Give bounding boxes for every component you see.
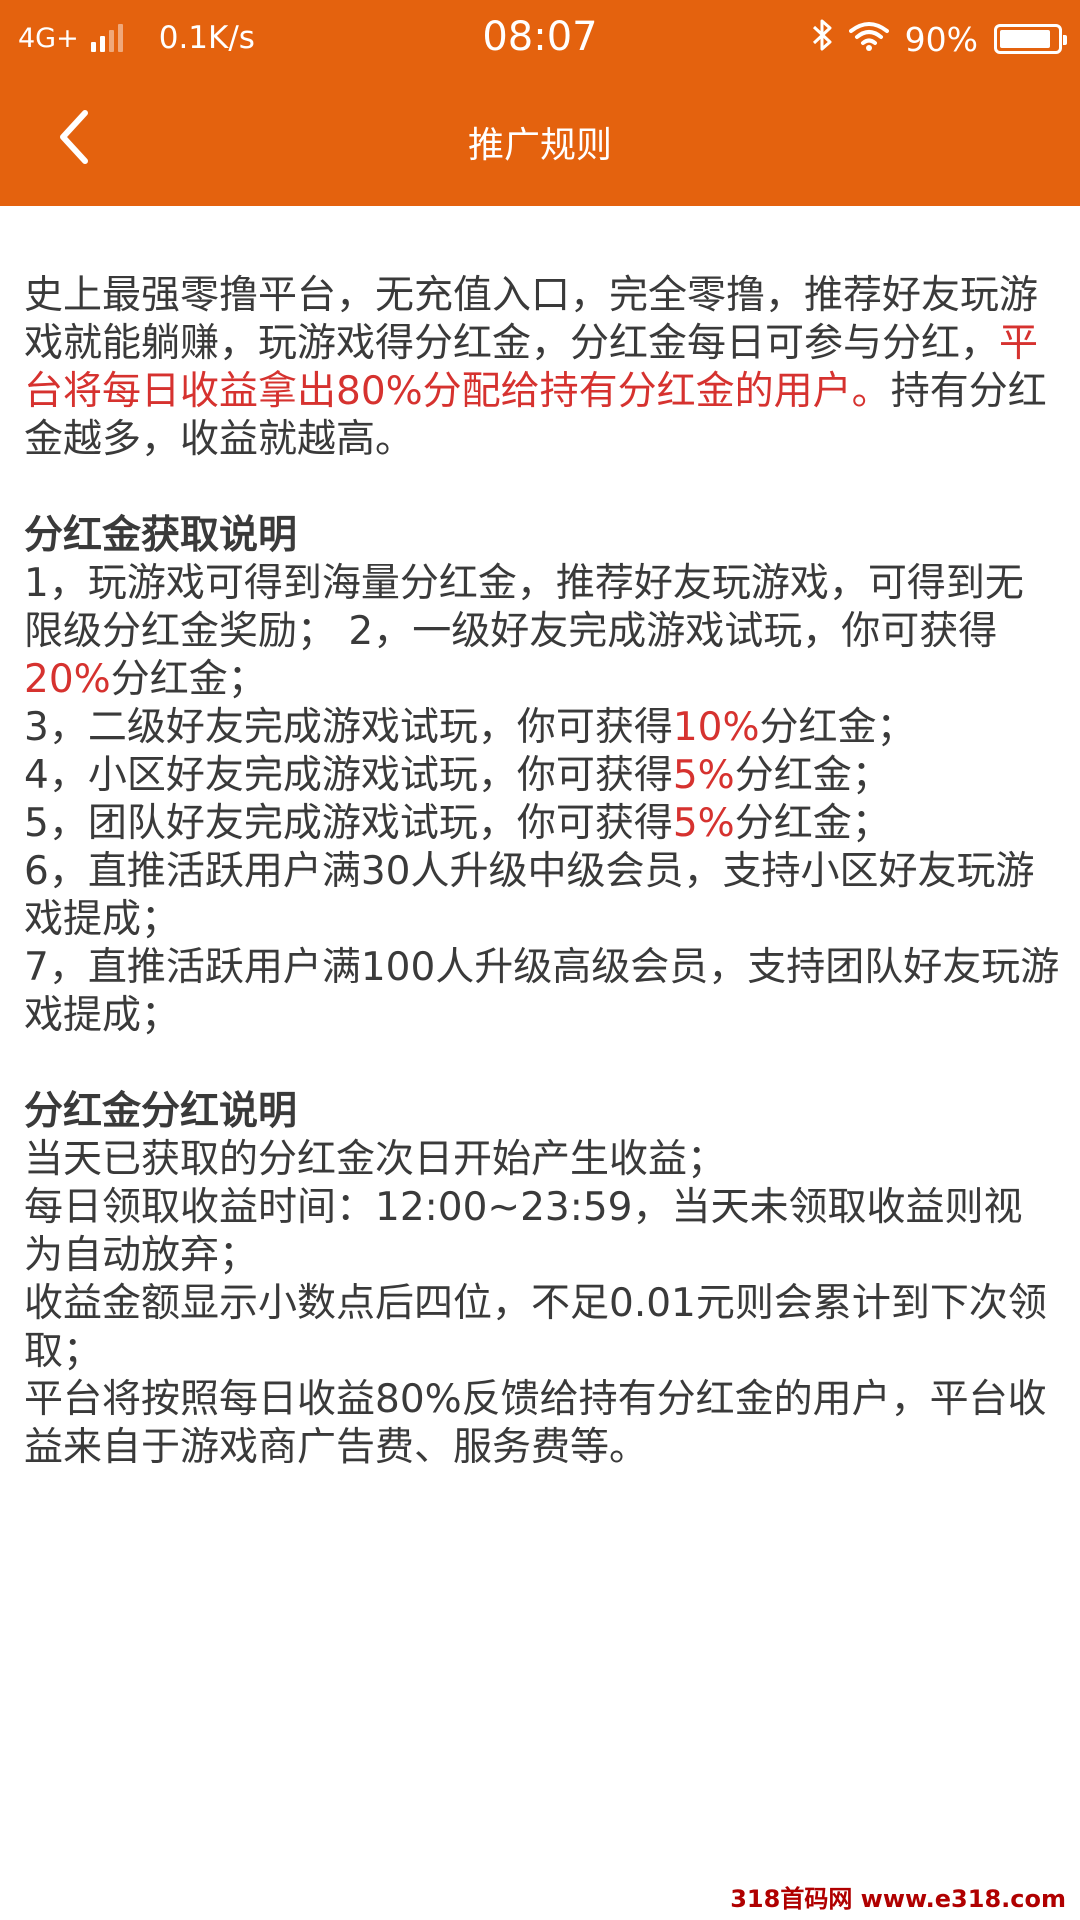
acquire-line-1: 1，玩游戏可得到海量分红金，推荐好友玩游戏，可得到无限级分红金奖励； 2，一级好…: [24, 560, 1060, 704]
rules-content: 史上最强零撸平台，无充值入口，完全零撸，推荐好友玩游戏就能躺赚，玩游戏得分红金，…: [24, 272, 1060, 1472]
dividend-line-3: 收益金额显示小数点后四位，不足0.01元则会累计到下次领取；: [24, 1281, 1047, 1374]
battery-percent: 90%: [904, 19, 978, 59]
battery-level: [1000, 30, 1050, 48]
acquire-line-6: 6，直推活跃用户满30人升级中级会员，支持小区好友玩游戏提成；: [24, 849, 1035, 942]
acquire-line-4-text: 4，小区好友完成游戏试玩，你可获得: [24, 753, 673, 798]
wifi-icon: [848, 20, 889, 59]
acquire-line-4: 4，小区好友完成游戏试玩，你可获得5%分红金；: [24, 752, 1060, 800]
dividend-line-4: 平台将按照每日收益80%反馈给持有分红金的用户，平台收益来自于游戏商广告费、服务…: [24, 1377, 1047, 1470]
dividend-line-1: 当天已获取的分红金次日开始产生收益；: [24, 1137, 727, 1182]
section-title-acquire: 分红金获取说明: [24, 513, 298, 558]
status-right: 90%: [811, 18, 1067, 60]
acquire-line-3-highlight: 10%: [672, 705, 760, 750]
acquire-line-5-end: 分红金；: [734, 801, 891, 846]
acquire-line-3-end: 分红金；: [759, 705, 916, 750]
app-header: 4G+ 0.1K/s 08:07 90% 推广规则: [0, 0, 1080, 206]
acquire-line-1-end: 分红金；: [110, 657, 267, 702]
nav-bar: 推广规则: [0, 76, 1080, 206]
bluetooth-icon: [811, 18, 833, 60]
acquire-line-3-text: 3，二级好友完成游戏试玩，你可获得: [24, 705, 673, 750]
page-title: 推广规则: [467, 125, 612, 166]
acquire-line-1-highlight: 20%: [24, 657, 111, 702]
status-bar: 4G+ 0.1K/s 08:07 90%: [0, 0, 1080, 76]
acquire-line-4-end: 分红金；: [734, 753, 891, 798]
intro-text: 史上最强零撸平台，无充值入口，完全零撸，推荐好友玩游戏就能躺赚，玩游戏得分红金，…: [24, 273, 1039, 366]
acquire-line-5-text: 5，团队好友完成游戏试玩，你可获得: [24, 801, 673, 846]
watermark: 318首码网 www.e318.com: [730, 1885, 1066, 1913]
acquire-line-3: 3，二级好友完成游戏试玩，你可获得10%分红金；: [24, 704, 1060, 752]
acquire-line-5-highlight: 5%: [672, 801, 735, 846]
acquire-line-5: 5，团队好友完成游戏试玩，你可获得5%分红金；: [24, 800, 1060, 848]
battery-icon: [994, 24, 1067, 54]
acquire-line-4-highlight: 5%: [672, 753, 735, 798]
acquire-line-7: 7，直推活跃用户满100人升级高级会员，支持团队好友玩游戏提成；: [24, 945, 1060, 1038]
dividend-line-2: 每日领取收益时间：12:00~23:59，当天未领取收益则视为自动放弃；: [24, 1185, 1023, 1278]
intro-paragraph: 史上最强零撸平台，无充值入口，完全零撸，推荐好友玩游戏就能躺赚，玩游戏得分红金，…: [24, 272, 1060, 464]
section-title-dividend: 分红金分红说明: [24, 1089, 298, 1134]
acquire-line-1-text: 1，玩游戏可得到海量分红金，推荐好友玩游戏，可得到无限级分红金奖励； 2，一级好…: [24, 561, 1024, 654]
